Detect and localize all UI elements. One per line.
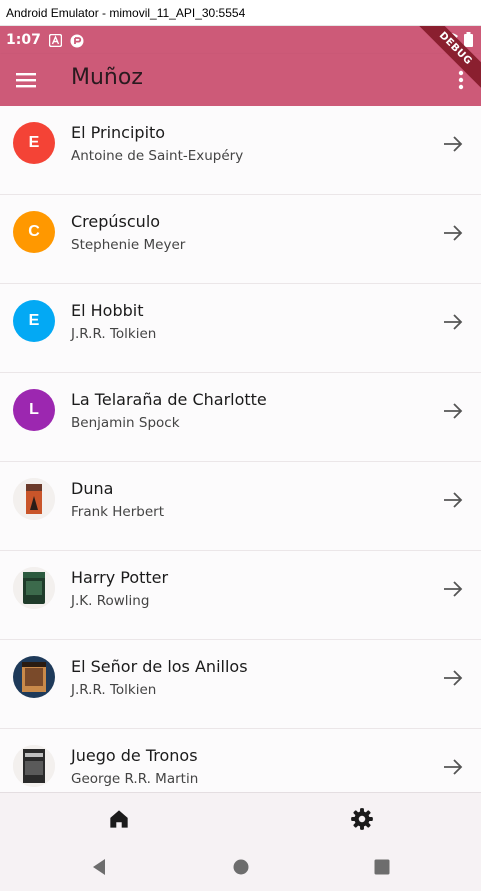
list-item[interactable]: Juego de Tronos George R.R. Martin xyxy=(0,729,481,792)
book-author: J.K. Rowling xyxy=(71,593,150,609)
home-icon[interactable] xyxy=(106,806,132,832)
back-icon[interactable] xyxy=(89,856,111,878)
avatar: L xyxy=(13,389,55,431)
debug-banner: DEBUG xyxy=(409,26,481,95)
book-title: La Telaraña de Charlotte xyxy=(71,390,267,409)
status-time: 1:07 xyxy=(6,32,41,48)
list-item[interactable]: Harry Potter J.K. Rowling xyxy=(0,551,481,640)
home-circle-icon[interactable] xyxy=(230,856,252,878)
got-cover-image xyxy=(13,745,55,787)
book-title: El Hobbit xyxy=(71,301,144,320)
book-author: J.R.R. Tolkien xyxy=(71,682,157,698)
system-navigation-bar xyxy=(0,844,481,891)
menu-icon[interactable] xyxy=(10,64,42,96)
book-title: El Principito xyxy=(71,123,166,142)
list-item[interactable]: C Crepúsculo Stephenie Meyer xyxy=(0,195,481,284)
dune-cover-image xyxy=(13,478,55,520)
book-title: Juego de Tronos xyxy=(71,746,198,765)
list-item[interactable]: El Señor de los Anillos J.R.R. Tolkien xyxy=(0,640,481,729)
window-title: Android Emulator - mimovil_11_API_30:555… xyxy=(0,0,481,26)
book-author: George R.R. Martin xyxy=(71,771,199,787)
arrow-forward-icon[interactable] xyxy=(441,132,465,156)
book-title: Crepúsculo xyxy=(71,212,161,231)
list-item[interactable]: E El Principito Antoine de Saint-Exupéry xyxy=(0,106,481,195)
debug-banner-wrap: DEBUG xyxy=(401,26,481,106)
bottom-navigation xyxy=(0,792,481,844)
page-title: Muñoz xyxy=(71,65,143,90)
settings-icon[interactable] xyxy=(349,806,375,832)
harry-potter-cover-image xyxy=(13,567,55,609)
avatar: C xyxy=(13,211,55,253)
book-author: J.R.R. Tolkien xyxy=(71,326,157,342)
book-title: El Señor de los Anillos xyxy=(71,657,248,676)
arrow-forward-icon[interactable] xyxy=(441,666,465,690)
arrow-forward-icon[interactable] xyxy=(441,221,465,245)
app-notification-icon xyxy=(70,34,84,47)
book-author: Frank Herbert xyxy=(71,504,164,520)
arrow-forward-icon[interactable] xyxy=(441,755,465,779)
book-author: Antoine de Saint-Exupéry xyxy=(71,148,244,164)
arrow-forward-icon[interactable] xyxy=(441,310,465,334)
book-author: Stephenie Meyer xyxy=(71,237,186,253)
arrow-forward-icon[interactable] xyxy=(441,399,465,423)
arrow-forward-icon[interactable] xyxy=(441,488,465,512)
book-title: Harry Potter xyxy=(71,568,169,587)
list-item[interactable]: Duna Frank Herbert xyxy=(0,462,481,551)
lotr-cover-image xyxy=(13,656,55,698)
arrow-forward-icon[interactable] xyxy=(441,577,465,601)
avatar: E xyxy=(13,300,55,342)
book-list[interactable]: E El Principito Antoine de Saint-Exupéry… xyxy=(0,106,481,792)
avatar: E xyxy=(13,122,55,164)
list-item[interactable]: E El Hobbit J.R.R. Tolkien xyxy=(0,284,481,373)
book-title: Duna xyxy=(71,479,114,498)
book-author: Benjamin Spock xyxy=(71,415,180,431)
list-item[interactable]: L La Telaraña de Charlotte Benjamin Spoc… xyxy=(0,373,481,462)
recents-icon[interactable] xyxy=(371,856,393,878)
a-notification-icon xyxy=(48,33,63,47)
